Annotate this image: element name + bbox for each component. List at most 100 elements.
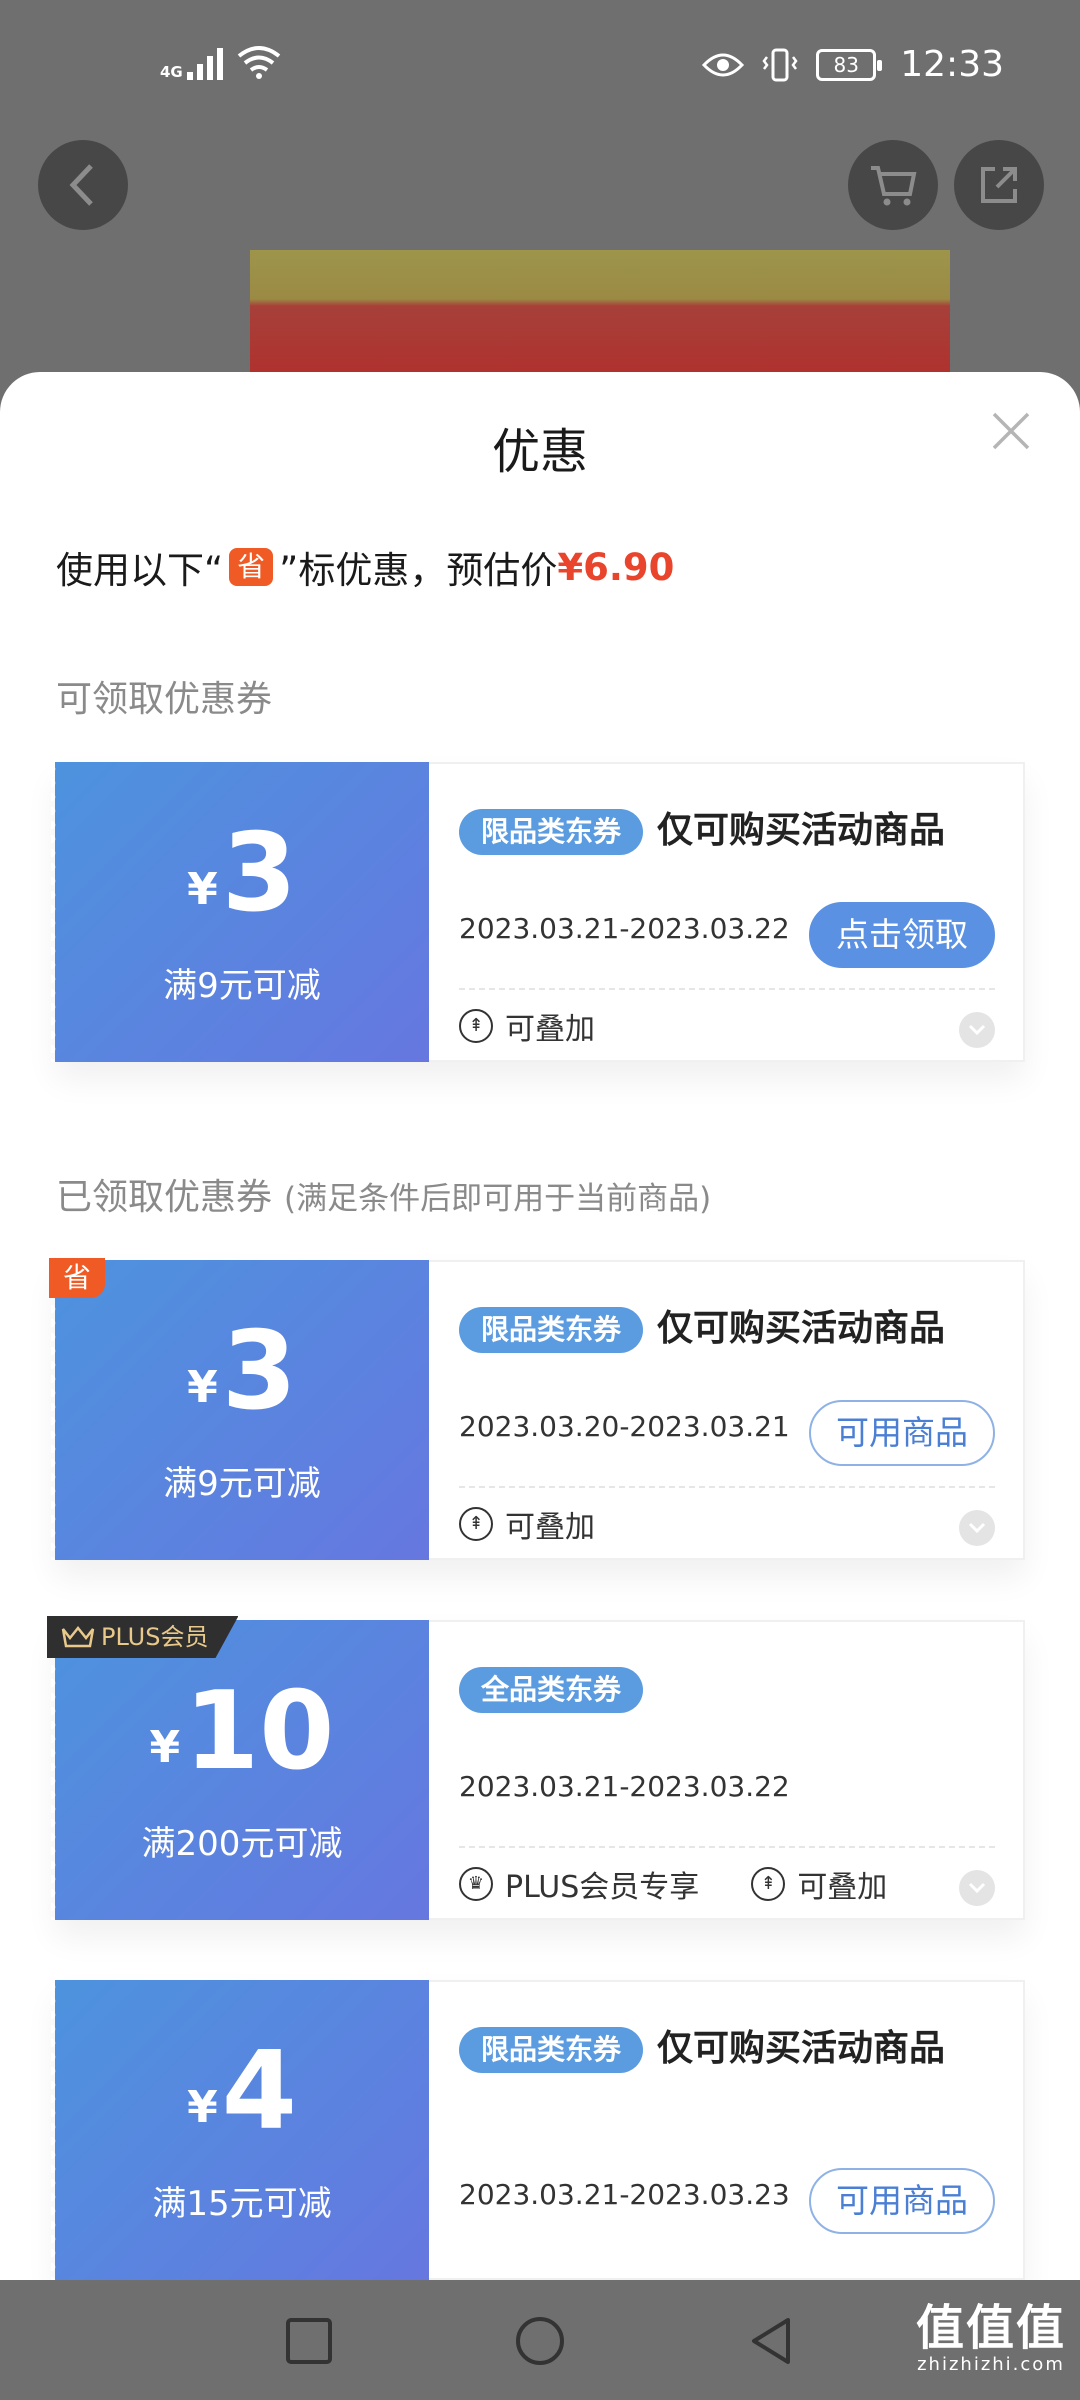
coupon-validity: 2023.03.21-2023.03.23 <box>459 2178 790 2211</box>
coupon-type-tag: 限品类东券 <box>459 2027 644 2073</box>
stackable-label: 可叠加 <box>505 1510 595 1545</box>
coupon-card: ¥3 满9元可减 省 限品类东券 仅可购买活动商品 2023.03.20-2023… <box>49 1258 1025 1560</box>
cart-icon <box>871 166 917 206</box>
coupon-title: 限品类东券 仅可购买活动商品 <box>459 802 999 860</box>
coupon-desc: 仅可购买活动商品 <box>657 1308 946 1349</box>
estimated-price: ¥6.90 <box>557 545 675 589</box>
wifi-icon <box>237 46 280 79</box>
currency-symbol: ¥ <box>187 864 218 915</box>
stackable-label: 可叠加 <box>505 1012 595 1047</box>
coupon-desc: 仅可购买活动商品 <box>657 810 946 851</box>
available-section-label: 可领取优惠券 <box>56 679 273 720</box>
chevron-down-icon <box>968 1024 986 1036</box>
applicable-products-button[interactable]: 可用商品 <box>809 2168 995 2234</box>
share-icon <box>981 167 1017 203</box>
divider <box>459 1846 995 1848</box>
coupon-card: ¥10 满200元可减 PLUS会员 全品类东券 2023.03.21-2023… <box>47 1616 1025 1920</box>
watermark-url: zhizhizhi.com <box>917 2354 1065 2375</box>
stackable-icon: ⇞ <box>459 1507 493 1541</box>
divider <box>459 988 995 990</box>
coupon-condition: 满15元可减 <box>152 2184 332 2224</box>
coupon-value-panel: ¥4 满15元可减 <box>51 1980 429 2280</box>
coupon-title: 全品类东券 <box>459 1660 999 1718</box>
coupon-desc: 仅可购买活动商品 <box>657 2028 946 2069</box>
summary-prefix: 使用以下“ <box>56 549 224 592</box>
coupon-card: ¥3 满9元可减 限品类东券 仅可购买活动商品 2023.03.21-2023.0… <box>51 762 1025 1062</box>
coupon-condition: 满9元可减 <box>163 966 321 1006</box>
coupon-amount: ¥3 <box>55 814 429 934</box>
coupon-validity: 2023.03.21-2023.03.22 <box>459 912 790 945</box>
coupon-sheet: 优惠 使用以下“ 省 ”标优惠，预估价 ¥6.90 可领取优惠券 ¥3 满9元可… <box>0 372 1080 2280</box>
coupon-type-tag: 限品类东券 <box>459 1307 644 1353</box>
crown-icon <box>61 1625 95 1648</box>
coupon-value-panel: ¥3 满9元可减 <box>51 762 429 1062</box>
plus-member-badge: PLUS会员 <box>47 1616 239 1658</box>
coupon-title: 限品类东券 仅可购买活动商品 <box>459 2020 999 2078</box>
watermark: 值值值 zhizhizhi.com <box>916 2302 1066 2375</box>
coupon-footer: ⇞ 可叠加 <box>459 1502 595 1546</box>
close-icon[interactable] <box>988 408 1034 454</box>
battery-icon: 83 <box>816 48 883 81</box>
expand-button[interactable] <box>959 1510 995 1546</box>
coupon-detail: 全品类东券 2023.03.21-2023.03.22 ♛ PLUS会员专享 ⇞… <box>429 1620 1025 1920</box>
expand-button[interactable] <box>959 1012 995 1048</box>
share-button[interactable] <box>954 140 1044 230</box>
home-icon[interactable] <box>513 2314 567 2368</box>
sheng-corner-badge: 省 <box>49 1258 105 1298</box>
coupon-title: 限品类东券 仅可购买活动商品 <box>459 1300 999 1358</box>
applicable-products-button[interactable]: 可用商品 <box>809 1400 995 1466</box>
coupon-value-panel: ¥10 满200元可减 <box>51 1620 429 1920</box>
summary-suffix: ”标优惠，预估价 <box>279 549 558 592</box>
coupon-footer: ⇞ 可叠加 <box>459 1004 595 1048</box>
product-image <box>250 250 950 390</box>
currency-symbol: ¥ <box>187 1362 218 1413</box>
price-summary: 使用以下“ 省 ”标优惠，预估价 ¥6.90 <box>56 540 674 594</box>
coupon-validity: 2023.03.20-2023.03.21 <box>459 1410 790 1443</box>
expand-button[interactable] <box>959 1870 995 1906</box>
eye-comfort-icon <box>702 53 745 76</box>
coupon-detail: 限品类东券 仅可购买活动商品 2023.03.21-2023.03.22 点击领取… <box>429 762 1025 1062</box>
status-bar: 4G 83 12:33 <box>0 0 1080 140</box>
crown-icon: ♛ <box>459 1867 493 1901</box>
currency-symbol: ¥ <box>149 1722 181 1773</box>
coupon-value-panel: ¥3 满9元可减 <box>51 1260 429 1560</box>
watermark-logo: 值值值 <box>915 2300 1066 2356</box>
plus-exclusive-label: PLUS会员专享 <box>505 1870 700 1905</box>
currency-symbol: ¥ <box>187 2082 218 2133</box>
stackable-icon: ⇞ <box>459 1009 493 1043</box>
coupon-footer: ♛ PLUS会员专享 ⇞ 可叠加 <box>459 1862 887 1906</box>
coupon-condition: 满200元可减 <box>141 1824 343 1864</box>
stackable-icon: ⇞ <box>751 1867 786 1901</box>
received-note: (满足条件后即可用于当前商品) <box>284 1181 712 1217</box>
sheng-badge: 省 <box>229 548 274 586</box>
back-icon[interactable] <box>744 2314 798 2368</box>
recents-icon[interactable] <box>282 2314 336 2368</box>
amount-value: 3 <box>221 1309 297 1434</box>
coupon-card: ¥4 满15元可减 限品类东券 仅可购买活动商品 2023.03.21-2023.… <box>51 1980 1025 2280</box>
coupon-amount: ¥10 <box>55 1672 429 1792</box>
coupon-type-tag: 全品类东券 <box>459 1667 644 1713</box>
divider <box>459 1486 995 1488</box>
cellular-signal-icon: 4G <box>160 44 223 80</box>
network-type: 4G <box>160 63 183 81</box>
stackable-label: 可叠加 <box>797 1870 888 1905</box>
vibrate-icon <box>762 48 798 81</box>
amount-value: 3 <box>221 811 297 936</box>
chevron-down-icon <box>968 1522 986 1534</box>
back-button[interactable] <box>38 140 128 230</box>
amount-value: 4 <box>221 2029 297 2154</box>
received-section-label: 已领取优惠券 (满足条件后即可用于当前商品) <box>56 1168 711 1220</box>
received-label: 已领取优惠券 <box>56 1177 273 1218</box>
cart-button[interactable] <box>848 140 938 230</box>
coupon-detail: 限品类东券 仅可购买活动商品 2023.03.21-2023.03.23 可用商品 <box>429 1980 1025 2280</box>
chevron-down-icon <box>968 1882 986 1894</box>
system-nav-bar: 值值值 zhizhizhi.com <box>0 2280 1080 2400</box>
amount-value: 10 <box>184 1669 335 1794</box>
sheet-title: 优惠 <box>491 424 588 480</box>
coupon-amount: ¥4 <box>55 2032 429 2152</box>
claim-coupon-button[interactable]: 点击领取 <box>809 902 995 968</box>
clock: 12:33 <box>900 44 1004 85</box>
battery-level: 83 <box>833 52 859 77</box>
plus-badge-label: PLUS会员 <box>101 1623 209 1651</box>
coupon-amount: ¥3 <box>55 1312 429 1432</box>
